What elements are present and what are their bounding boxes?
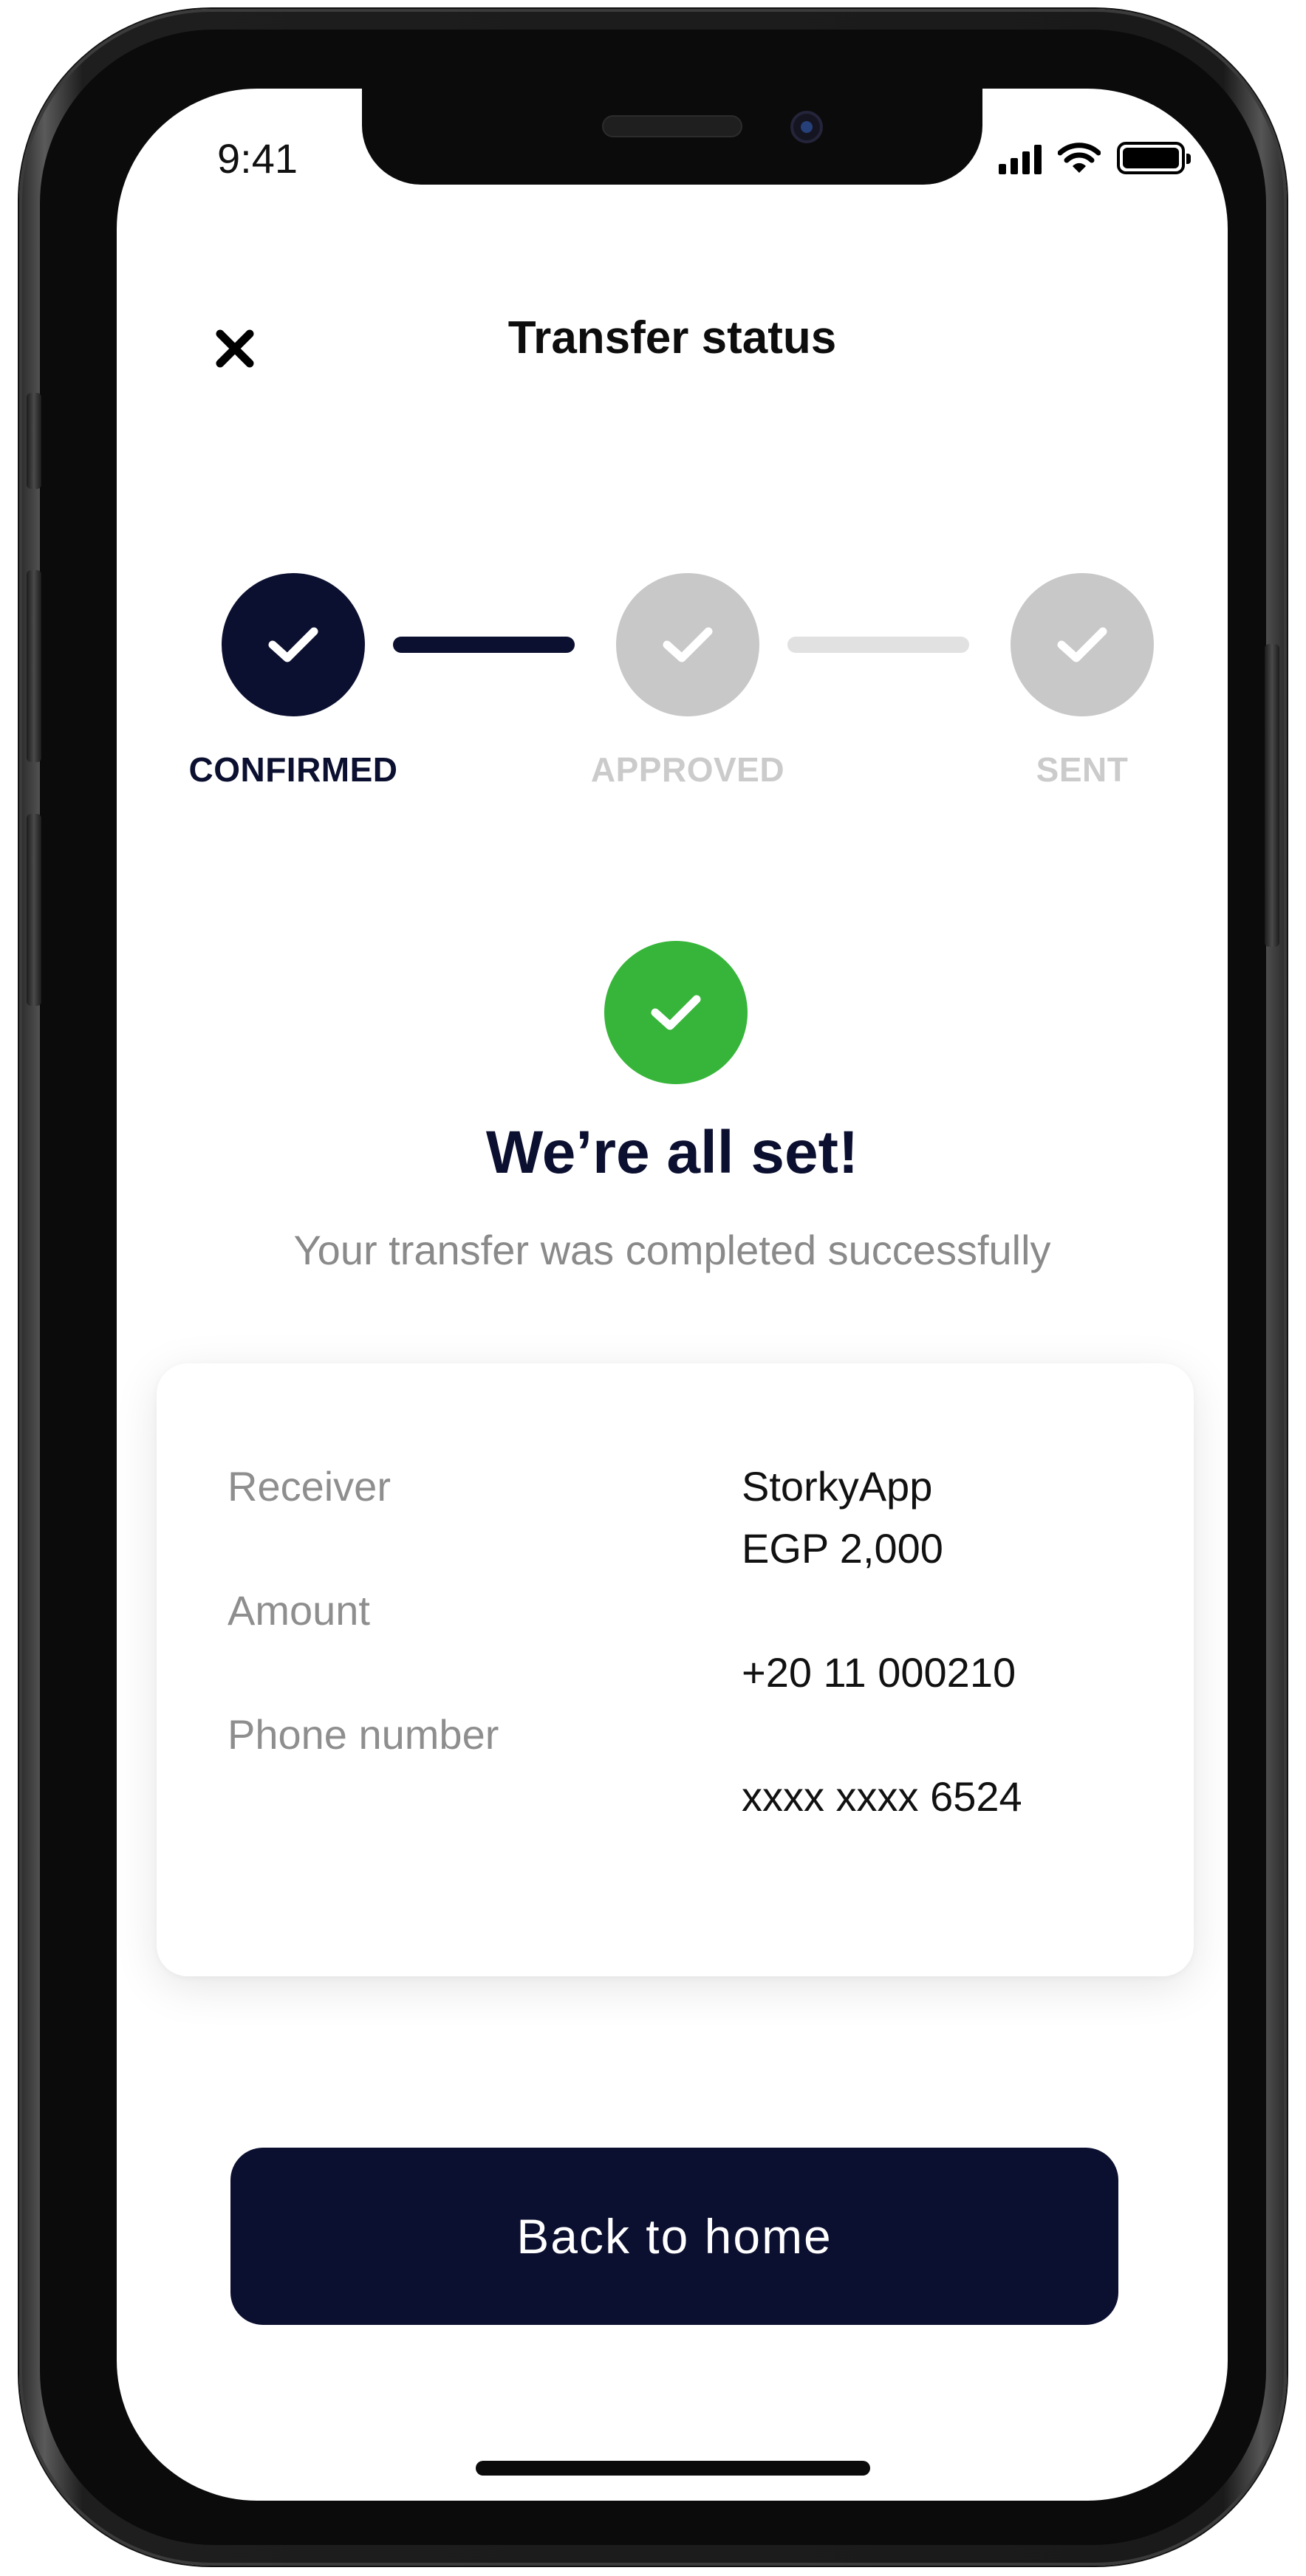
check-icon	[268, 627, 318, 662]
step-connector-1	[393, 637, 575, 653]
step-confirmed-circle	[222, 573, 365, 716]
front-camera	[790, 111, 823, 143]
notch	[362, 89, 982, 185]
card-number-value: xxxx xxxx 6524	[742, 1773, 1022, 1820]
wifi-icon	[1058, 143, 1101, 173]
power-button	[1265, 644, 1279, 947]
step-confirmed-label: CONFIRMED	[188, 750, 398, 789]
status-time: 9:41	[217, 135, 298, 182]
receiver-label: Receiver	[228, 1463, 391, 1510]
transfer-details-card: Receiver Amount Phone number StorkyApp E…	[157, 1363, 1194, 1976]
back-to-home-button[interactable]: Back to home	[230, 2148, 1118, 2325]
silent-switch	[27, 393, 41, 489]
check-icon	[1057, 627, 1107, 662]
step-connector-2	[787, 637, 969, 653]
page-title: Transfer status	[507, 312, 837, 363]
step-sent-label: SENT	[1036, 750, 1129, 789]
phone-frame: 9:41 Transfer status CONFIRMED APPROVED …	[19, 9, 1287, 2566]
step-sent-circle	[1011, 573, 1154, 716]
success-title: We’re all set!	[485, 1119, 859, 1186]
step-approved-label: APPROVED	[590, 750, 785, 789]
status-icons	[999, 140, 1191, 174]
amount-label: Amount	[228, 1587, 370, 1634]
success-subtitle: Your transfer was completed successfully	[293, 1227, 1051, 1273]
signal-icon	[999, 145, 1042, 174]
speaker-grille	[602, 115, 742, 137]
check-icon	[663, 627, 713, 662]
volume-down-button	[27, 814, 41, 1006]
volume-up-button	[27, 570, 41, 762]
receiver-value: StorkyApp	[742, 1463, 933, 1510]
phone-number-value: +20 11 000210	[742, 1649, 1016, 1696]
step-approved-circle	[616, 573, 759, 716]
success-badge	[604, 941, 748, 1084]
battery-icon	[1117, 142, 1191, 174]
screen: 9:41 Transfer status CONFIRMED APPROVED …	[117, 89, 1228, 2501]
amount-value: EGP 2,000	[742, 1525, 943, 1572]
phone-number-label: Phone number	[228, 1711, 499, 1758]
check-icon	[651, 995, 701, 1030]
home-indicator[interactable]	[476, 2461, 870, 2476]
